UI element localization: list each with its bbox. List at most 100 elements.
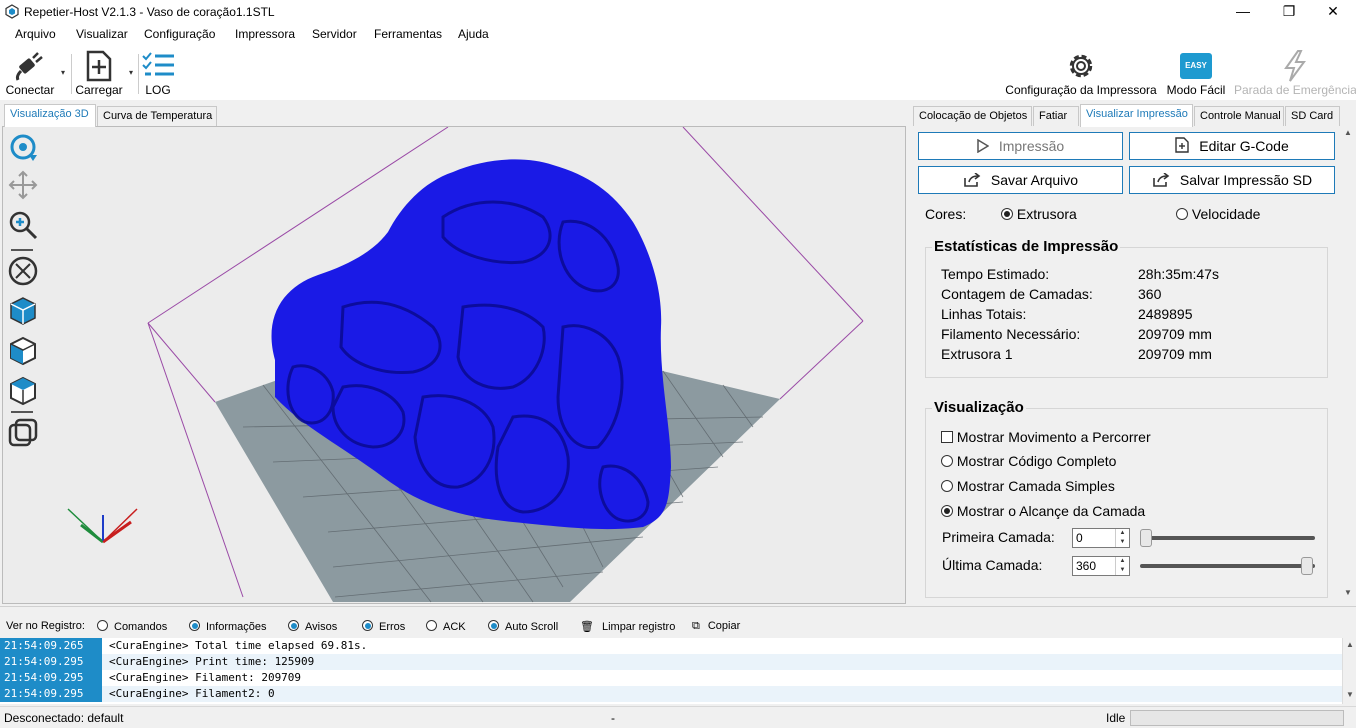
minimize-button[interactable]: — — [1220, 0, 1266, 24]
print-button[interactable]: Impressão — [918, 132, 1123, 160]
connect-button[interactable]: Conectar — [2, 46, 58, 100]
tab-temperature-curve[interactable]: Curva de Temperatura — [97, 106, 217, 126]
tab-object-placement[interactable]: Colocação de Objetos — [913, 106, 1032, 126]
menu-ajuda[interactable]: Ajuda — [458, 27, 489, 41]
save-file-label: Savar Arquivo — [990, 172, 1079, 188]
toggle-view-icon[interactable] — [7, 417, 39, 449]
stat-value: 209709 mm — [1138, 326, 1212, 342]
log-button[interactable]: LOG — [138, 46, 178, 100]
play-icon — [977, 139, 989, 153]
gear-icon — [1069, 54, 1093, 78]
log-row: 21:54:09.295 <CuraEngine> Filament: 2097… — [0, 670, 1342, 686]
menu-impressora[interactable]: Impressora — [235, 27, 295, 41]
visualization-title: Visualização — [932, 399, 1026, 416]
radio-indicator — [941, 505, 953, 517]
first-layer-value: 0 — [1076, 531, 1083, 545]
filter-errors-label: Erros — [379, 621, 406, 633]
filter-ack-label: ACK — [443, 621, 466, 633]
clear-log-button[interactable]: 🗑 Limpar registro — [580, 620, 675, 633]
color-speed-radio[interactable]: Velocidade — [1176, 206, 1260, 222]
menu-arquivo[interactable]: Arquivo — [15, 27, 56, 41]
fit-view-icon[interactable] — [7, 255, 39, 287]
last-layer-spinner[interactable]: 360 ▲ ▼ — [1072, 556, 1130, 576]
menu-configuracao[interactable]: Configuração — [144, 27, 215, 41]
export-icon — [964, 173, 981, 187]
menu-visualizar[interactable]: Visualizar — [76, 27, 128, 41]
filter-commands[interactable]: Comandos — [97, 620, 167, 633]
move-icon[interactable] — [7, 169, 39, 201]
copy-icon: ⧉ — [692, 620, 700, 632]
show-complete-radio[interactable]: Mostrar Código Completo — [941, 453, 1116, 469]
filter-warnings[interactable]: Avisos — [288, 620, 337, 633]
first-layer-slider[interactable] — [1140, 536, 1315, 540]
view-tools — [3, 127, 43, 603]
printer-config-label: Configuração da Impressora — [1005, 83, 1157, 97]
load-button[interactable]: Carregar — [74, 46, 124, 100]
trash-icon: 🗑 — [580, 621, 594, 633]
3d-scene[interactable] — [43, 127, 905, 603]
new-file-icon — [1175, 137, 1189, 153]
filter-ack[interactable]: ACK — [426, 620, 466, 633]
window-title: Repetier-Host V2.1.3 - Vaso de coração1.… — [24, 5, 275, 19]
printer-config-button[interactable]: Configuração da Impressora — [1004, 46, 1158, 100]
app-window: Repetier-Host V2.1.3 - Vaso de coração1.… — [0, 0, 1356, 728]
first-layer-slider-thumb[interactable] — [1140, 529, 1152, 547]
spinner-arrows-icon[interactable]: ▲ ▼ — [1115, 557, 1129, 575]
scroll-down-icon[interactable]: ▼ — [1346, 690, 1354, 699]
app-logo-icon — [5, 4, 19, 19]
filter-errors[interactable]: Erros — [362, 620, 405, 633]
emergency-stop-button[interactable]: Parada de Emergência — [1234, 46, 1356, 100]
maximize-button[interactable]: ❐ — [1266, 0, 1312, 24]
show-single-radio[interactable]: Mostrar Camada Simples — [941, 478, 1115, 494]
save-sd-button[interactable]: Salvar Impressão SD — [1129, 166, 1335, 194]
zoom-icon[interactable] — [7, 209, 39, 241]
last-layer-slider-thumb[interactable] — [1301, 557, 1313, 575]
scroll-up-icon[interactable]: ▲ — [1344, 128, 1352, 137]
last-layer-slider[interactable] — [1140, 564, 1315, 568]
print-stats-title: Estatísticas de Impressão — [932, 238, 1121, 255]
show-range-radio[interactable]: Mostrar o Alcançe da Camada — [941, 503, 1145, 519]
filter-info-label: Informações — [206, 621, 267, 633]
radio-indicator — [362, 620, 373, 631]
log-timestamp: 21:54:09.265 — [0, 638, 102, 654]
cube-iso-icon[interactable] — [7, 295, 39, 327]
edit-gcode-button[interactable]: Editar G-Code — [1129, 132, 1335, 160]
log-message: <CuraEngine> Filament2: 0 — [109, 687, 275, 700]
cube-front-icon[interactable] — [7, 335, 39, 367]
easy-mode-button[interactable]: EASY Modo Fácil — [1162, 46, 1230, 100]
connect-dropdown-icon[interactable]: ▾ — [61, 68, 69, 78]
log-scrollbar[interactable]: ▲ ▼ — [1342, 638, 1356, 704]
tab-print-preview[interactable]: Visualizar Impressão — [1080, 104, 1193, 127]
log-row: 21:54:09.295 <CuraEngine> Print time: 12… — [0, 654, 1342, 670]
tab-3d-view[interactable]: Visualização 3D — [4, 104, 96, 127]
save-file-button[interactable]: Savar Arquivo — [918, 166, 1123, 194]
color-extruder-label: Extrusora — [1016, 206, 1077, 222]
splitter[interactable] — [0, 606, 1356, 612]
stat-label: Contagem de Camadas: — [941, 286, 1093, 302]
menu-servidor[interactable]: Servidor — [312, 27, 357, 41]
printer-state: Idle — [1106, 711, 1126, 725]
show-travel-checkbox[interactable]: Mostrar Movimento a Percorrer — [941, 429, 1151, 445]
tab-slice[interactable]: Fatiar — [1033, 106, 1079, 126]
filter-info[interactable]: Informações — [189, 620, 267, 633]
filter-autoscroll[interactable]: Auto Scroll — [488, 620, 558, 633]
rotate-icon[interactable] — [7, 131, 39, 163]
copy-log-button[interactable]: ⧉ Copiar — [692, 620, 740, 633]
edit-gcode-label: Editar G-Code — [1199, 138, 1289, 154]
color-extruder-radio[interactable]: Extrusora — [1001, 206, 1077, 222]
action-tabs: Colocação de Objetos Fatiar Visualizar I… — [913, 104, 1341, 127]
close-button[interactable]: ✕ — [1310, 0, 1356, 24]
spinner-arrows-icon[interactable]: ▲ ▼ — [1115, 529, 1129, 547]
tab-manual-control[interactable]: Controle Manual — [1194, 106, 1284, 126]
tab-sd-card[interactable]: SD Card — [1285, 106, 1340, 126]
cube-top-icon[interactable] — [7, 375, 39, 407]
menu-ferramentas[interactable]: Ferramentas — [374, 27, 442, 41]
easy-mode-icon: EASY — [1180, 53, 1212, 79]
scroll-up-icon[interactable]: ▲ — [1346, 640, 1354, 649]
show-complete-label: Mostrar Código Completo — [956, 453, 1117, 469]
right-panel-scrollbar[interactable]: ▲ ▼ — [1341, 126, 1355, 604]
first-layer-spinner[interactable]: 0 ▲ ▼ — [1072, 528, 1130, 548]
scroll-down-icon[interactable]: ▼ — [1344, 588, 1352, 597]
load-dropdown-icon[interactable]: ▾ — [129, 68, 137, 78]
title-bar: Repetier-Host V2.1.3 - Vaso de coração1.… — [0, 0, 1356, 24]
